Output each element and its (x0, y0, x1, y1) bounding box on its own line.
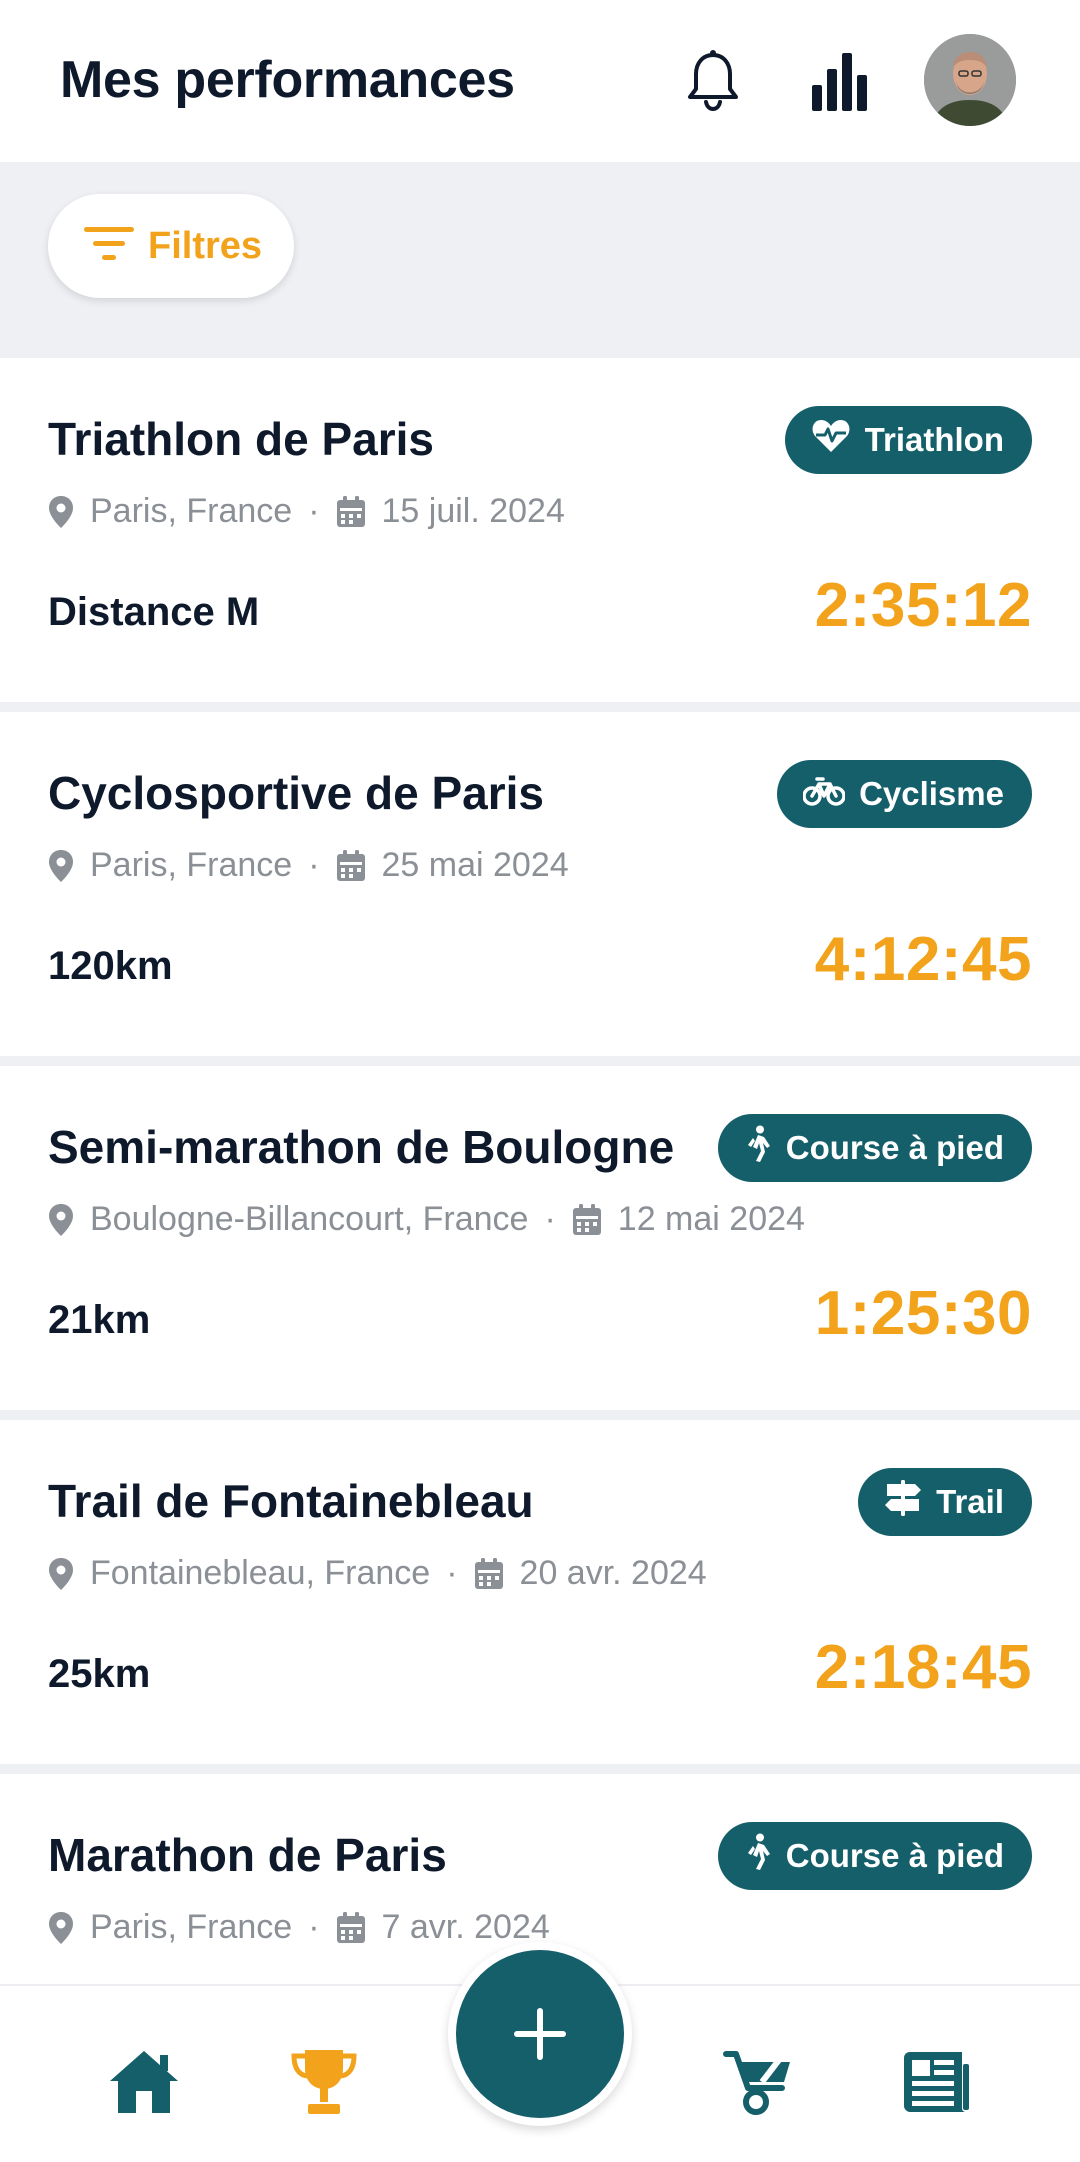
event-time: 2:35:12 (814, 571, 1032, 640)
add-icon (456, 1950, 624, 2118)
walking-icon (744, 1833, 772, 1879)
event-card[interactable]: Triathlon de Paris Triathlon Paris, Fran… (0, 358, 1080, 702)
event-meta: Fontainebleau, France · 20 avr. 2024 (48, 1554, 707, 1593)
app-root: Mes performances Filtres Triathlon de Pa… (0, 0, 1080, 2162)
walking-icon (744, 1125, 772, 1171)
event-time: 2:18:45 (814, 1633, 1032, 1702)
event-card[interactable]: Cyclosportive de Paris Cyclisme Paris, F… (0, 712, 1080, 1056)
home-icon[interactable] (104, 2042, 184, 2122)
location-pin-icon (48, 1911, 74, 1945)
event-title: Cyclosportive de Paris (48, 767, 544, 819)
filter-bar: Filtres (0, 162, 1080, 358)
event-date: 12 mai 2024 (617, 1200, 805, 1238)
event-date: 20 avr. 2024 (519, 1554, 707, 1592)
event-distance: 21km (48, 1298, 151, 1342)
calendar-icon (336, 1911, 366, 1944)
event-time: 4:12:45 (814, 925, 1032, 994)
event-card[interactable]: Semi-marathon de Boulogne Course à pied … (0, 1066, 1080, 1410)
event-location: Paris, France (90, 492, 293, 530)
event-meta: Paris, France · 15 juil. 2024 (48, 492, 565, 531)
meta-separator: · (308, 1908, 320, 1946)
event-time: 1:25:30 (814, 1279, 1032, 1348)
location-pin-icon (48, 495, 74, 529)
location-pin-icon (48, 1557, 74, 1591)
user-avatar[interactable] (924, 34, 1016, 126)
bar-chart-icon[interactable] (806, 44, 872, 118)
event-meta: Paris, France · 25 mai 2024 (48, 846, 569, 885)
filter-icon (84, 226, 134, 266)
bicycle-icon (802, 774, 846, 814)
event-location: Boulogne-Billancourt, France (90, 1200, 529, 1238)
calendar-icon (572, 1203, 602, 1236)
event-location: Paris, France (90, 846, 293, 884)
event-title: Semi-marathon de Boulogne (48, 1121, 675, 1173)
event-location: Fontainebleau, France (90, 1554, 431, 1592)
location-pin-icon (48, 1203, 74, 1237)
meta-separator: · (308, 492, 320, 530)
event-meta: Boulogne-Billancourt, France · 12 mai 20… (48, 1200, 805, 1239)
trophy-icon[interactable] (284, 2042, 364, 2122)
category-label: Course à pied (785, 1837, 1004, 1874)
event-meta: Paris, France · 7 avr. 2024 (48, 1908, 550, 1947)
event-date: 15 juil. 2024 (381, 492, 565, 530)
bell-icon[interactable] (680, 44, 746, 118)
event-title: Marathon de Paris (48, 1829, 447, 1881)
category-badge: Course à pied (717, 1822, 1032, 1890)
category-label: Trail (936, 1483, 1004, 1520)
event-title: Triathlon de Paris (48, 413, 434, 465)
event-date: 25 mai 2024 (381, 846, 569, 884)
category-badge: Course à pied (717, 1114, 1032, 1182)
meta-separator: · (446, 1554, 458, 1592)
category-label: Cyclisme (859, 775, 1004, 812)
category-label: Course à pied (785, 1129, 1004, 1166)
location-pin-icon (48, 849, 74, 883)
app-header: Mes performances (0, 0, 1080, 162)
event-distance: Distance M (48, 590, 260, 634)
cart-icon[interactable] (718, 2042, 798, 2122)
category-badge: Trail (858, 1468, 1032, 1536)
event-date: 7 avr. 2024 (381, 1908, 550, 1946)
event-title: Trail de Fontainebleau (48, 1475, 534, 1527)
event-distance: 25km (48, 1652, 151, 1696)
calendar-icon (336, 849, 366, 882)
add-performance-button[interactable] (448, 1942, 632, 2126)
meta-separator: · (544, 1200, 556, 1238)
signpost-icon (884, 1480, 922, 1524)
event-distance: 120km (48, 944, 173, 988)
category-label: Triathlon (864, 421, 1004, 458)
news-icon[interactable] (896, 2042, 976, 2122)
filters-label: Filtres (148, 224, 263, 267)
filters-button[interactable]: Filtres (48, 194, 294, 298)
calendar-icon (336, 495, 366, 528)
category-badge: Triathlon (784, 406, 1032, 474)
category-badge: Cyclisme (777, 760, 1032, 828)
event-card[interactable]: Trail de Fontainebleau Trail Fontaineble… (0, 1420, 1080, 1764)
event-location: Paris, France (90, 1908, 293, 1946)
page-title: Mes performances (60, 51, 515, 109)
meta-separator: · (308, 846, 320, 884)
calendar-icon (474, 1557, 504, 1590)
heart-pulse-icon (811, 418, 851, 462)
